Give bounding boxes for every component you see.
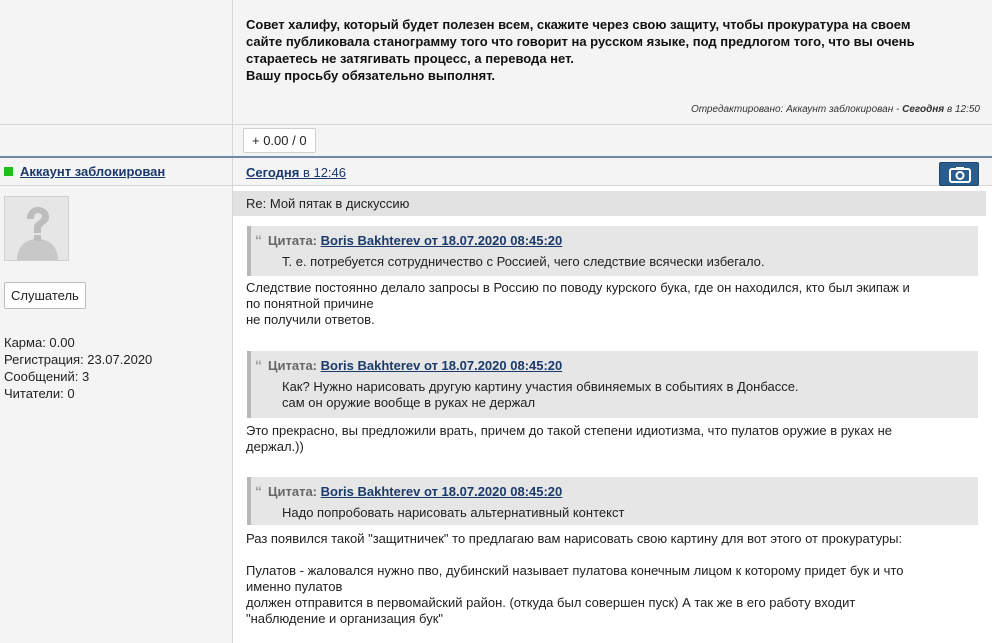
karma-stat: Карма: 0.00: [4, 335, 75, 350]
rating-left-cell: [0, 125, 233, 156]
post-header: Сегодня в 12:46: [233, 158, 992, 186]
post-line: держал.)): [246, 439, 304, 454]
quote-line: Как? Нужно нарисовать другую картину уча…: [282, 379, 799, 394]
role-button[interactable]: Слушатель: [4, 282, 86, 309]
quote-line: Т. е. потребуется сотрудничество с Росси…: [282, 254, 765, 269]
post-line: "наблюдение и организация бук": [246, 611, 444, 626]
edited-day: Сегодня: [902, 104, 945, 115]
post-date-time: в 12:46: [299, 165, 346, 180]
author-stats: Карма: 0.00 Регистрация: 23.07.2020 Сооб…: [4, 334, 152, 402]
quote-line: сам он оружие вообще в руках не держал: [282, 395, 536, 410]
post-column: Сегодня в 12:46 Re: Мой пятак в дискусси…: [233, 158, 992, 643]
message-line: стараетесь не затягивать процесс, а пере…: [246, 51, 574, 66]
quote-block: “ Цитата: Boris Bakhterev от 18.07.2020 0…: [247, 226, 978, 276]
quote-source-link[interactable]: Boris Bakhterev от 18.07.2020 08:45:20: [321, 484, 563, 499]
edited-note: Отредактировано: Аккаунт заблокирован - …: [691, 104, 980, 115]
post-subject: Re: Мой пятак в дискуссию: [233, 191, 986, 216]
post-line: именно пулатов: [246, 579, 343, 594]
rating-button[interactable]: + 0.00 / 0: [243, 128, 316, 153]
rating-row: + 0.00 / 0: [0, 125, 992, 156]
quote-source-link[interactable]: Boris Bakhterev от 18.07.2020 08:45:20: [321, 233, 563, 248]
previous-post-author-cell: [0, 0, 233, 125]
post-line: Это прекрасно, вы предложили врать, прич…: [246, 423, 893, 438]
quote-header: “ Цитата: Boris Bakhterev от 18.07.2020 0…: [255, 357, 562, 373]
quote-mark-icon: “: [255, 483, 262, 499]
edited-time: в 12:50: [944, 104, 980, 115]
author-column: Аккаунт заблокирован Слушатель Карма: 0.…: [0, 158, 233, 643]
quote-label: Цитата:: [268, 233, 318, 248]
quote-body: Как? Нужно нарисовать другую картину уча…: [282, 379, 799, 411]
online-status-icon: [4, 167, 13, 176]
messages-stat: Сообщений: 3: [4, 369, 90, 384]
post-line: Следствие постоянно делало запросы в Рос…: [246, 280, 910, 295]
post-line: по понятной причине: [246, 296, 374, 311]
quote-body: Надо попробовать нарисовать альтернативн…: [282, 505, 624, 521]
quote-line: Надо попробовать нарисовать альтернативн…: [282, 505, 625, 520]
post-paragraph: Раз появился такой "защитничек" то предл…: [246, 531, 981, 627]
quote-header: “ Цитата: Boris Bakhterev от 18.07.2020 0…: [255, 232, 562, 248]
previous-post-row: Совет халифу, который будет полезен всем…: [0, 0, 992, 125]
message-line: Совет халифу, который будет полезен всем…: [246, 17, 911, 32]
post-paragraph: Это прекрасно, вы предложили врать, прич…: [246, 423, 981, 455]
quote-body: Т. е. потребуется сотрудничество с Росси…: [282, 254, 765, 270]
quote-mark-icon: “: [255, 357, 262, 373]
message-line: Вашу просьбу обязательно выполнят.: [246, 68, 496, 83]
quote-block: “ Цитата: Boris Bakhterev от 18.07.2020 0…: [247, 351, 978, 418]
camera-icon: [949, 167, 971, 183]
quote-mark-icon: “: [255, 232, 262, 248]
post-line: должен отправится в первомайский район. …: [246, 595, 856, 610]
post-date-link[interactable]: Сегодня в 12:46: [246, 165, 346, 180]
quote-label: Цитата:: [268, 484, 318, 499]
post-paragraph: Следствие постоянно делало запросы в Рос…: [246, 280, 981, 328]
readers-stat: Читатели: 0: [4, 386, 75, 401]
post-line: [246, 547, 981, 563]
post-line: не получили ответов.: [246, 312, 375, 327]
quote-source-link[interactable]: Boris Bakhterev от 18.07.2020 08:45:20: [321, 358, 563, 373]
message-line: сайте публиковала станограмму того что г…: [246, 34, 915, 49]
author-name-link[interactable]: Аккаунт заблокирован: [20, 164, 165, 179]
author-header: Аккаунт заблокирован: [0, 158, 232, 186]
post-line: Пулатов - жаловался нужно пво, дубинский…: [246, 563, 904, 578]
screenshot-button[interactable]: [939, 162, 979, 186]
avatar-placeholder-icon: [4, 196, 69, 261]
registration-stat: Регистрация: 23.07.2020: [4, 352, 153, 367]
quote-block: “ Цитата: Boris Bakhterev от 18.07.2020 0…: [247, 477, 978, 525]
post-date-day: Сегодня: [246, 165, 300, 180]
previous-post-message: Совет халифу, который будет полезен всем…: [246, 16, 981, 84]
post-line: Раз появился такой "защитничек" то предл…: [246, 531, 903, 546]
quote-label: Цитата:: [268, 358, 318, 373]
edited-prefix: Отредактировано: Аккаунт заблокирован -: [690, 104, 903, 115]
quote-header: “ Цитата: Boris Bakhterev от 18.07.2020 0…: [255, 483, 562, 499]
